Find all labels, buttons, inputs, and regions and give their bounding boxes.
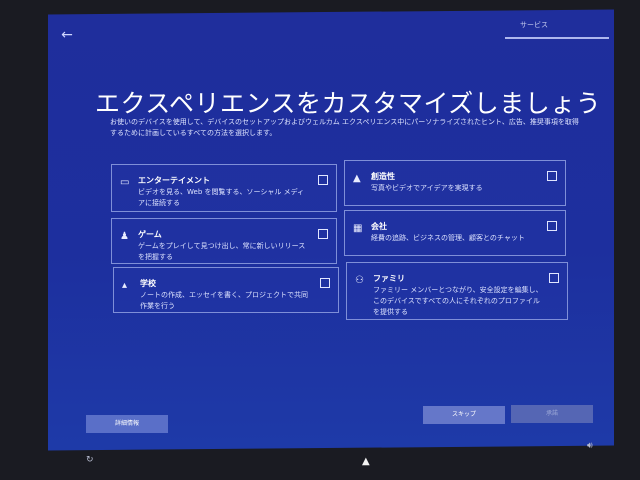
page-subtitle: お使いのデバイスを使用して、デバイスのセットアップおよびウェルカム エクスペリエ… (110, 118, 579, 137)
skip-button[interactable]: スキップ (423, 406, 505, 424)
service-tab-indicator (505, 37, 609, 39)
option-title: ゲーム (138, 230, 162, 239)
volume-icon[interactable]: 🔊︎ (587, 441, 593, 451)
accessibility-icon[interactable]: ↻ (86, 455, 94, 465)
business-icon: ▦ (353, 223, 363, 234)
option-checkbox[interactable] (547, 171, 557, 181)
option-title: 学校 (140, 279, 156, 288)
creativity-icon: ▲ (353, 173, 361, 184)
option-checkbox[interactable] (320, 278, 330, 288)
option-entertainment[interactable]: ▭ エンターテイメント ビデオを見る、Web を閲覧する、ソーシャル メディアに… (111, 164, 337, 212)
school-icon: ▴ (122, 280, 128, 291)
option-gaming[interactable]: ♟ ゲーム ゲームをプレイして見つけ出し、常に新しいリリースを把握する (111, 218, 337, 264)
option-description: 写真やビデオでアイデアを実現する (371, 184, 483, 192)
option-business[interactable]: ▦ 会社 経費の追跡、ビジネスの管理、顧客とのチャット (344, 210, 566, 256)
page-title: エクスペリエンスをカスタマイズしましょう (95, 89, 602, 118)
option-family[interactable]: ⚇ ファミリ ファミリー メンバーとつながり、安全設定を編集し、このデバイスです… (346, 262, 568, 320)
option-school[interactable]: ▴ 学校 ノートの作成、エッセイを書く、プロジェクトで共同作業を行う (113, 267, 339, 313)
mouse-cursor-icon: ▲ (362, 456, 370, 467)
option-checkbox[interactable] (547, 221, 557, 231)
accept-button[interactable]: 承諾 (511, 405, 593, 423)
option-checkbox[interactable] (318, 175, 328, 185)
option-description: 経費の追跡、ビジネスの管理、顧客とのチャット (371, 234, 525, 242)
option-title: エンターテイメント (138, 176, 210, 185)
detail-info-button[interactable]: 詳細情報 (86, 415, 168, 433)
service-tab-label: サービス (520, 21, 548, 29)
option-checkbox[interactable] (549, 273, 559, 283)
gaming-icon: ♟ (120, 231, 129, 242)
option-description: ビデオを見る、Web を閲覧する、ソーシャル メディアに接続する (138, 188, 305, 207)
option-title: 会社 (371, 222, 387, 231)
option-description: ノートの作成、エッセイを書く、プロジェクトで共同作業を行う (140, 291, 308, 310)
option-title: 創造性 (371, 172, 395, 181)
option-description: ゲームをプレイして見つけ出し、常に新しいリリースを把握する (138, 242, 306, 261)
entertainment-icon: ▭ (120, 177, 130, 188)
option-creativity[interactable]: ▲ 創造性 写真やビデオでアイデアを実現する (344, 160, 566, 206)
option-title: ファミリ (373, 274, 405, 283)
family-icon: ⚇ (355, 275, 364, 286)
back-arrow-icon[interactable]: ← (58, 26, 76, 44)
option-description: ファミリー メンバーとつながり、安全設定を編集し、このデバイスですべての人にそれ… (373, 286, 543, 316)
option-checkbox[interactable] (318, 229, 328, 239)
